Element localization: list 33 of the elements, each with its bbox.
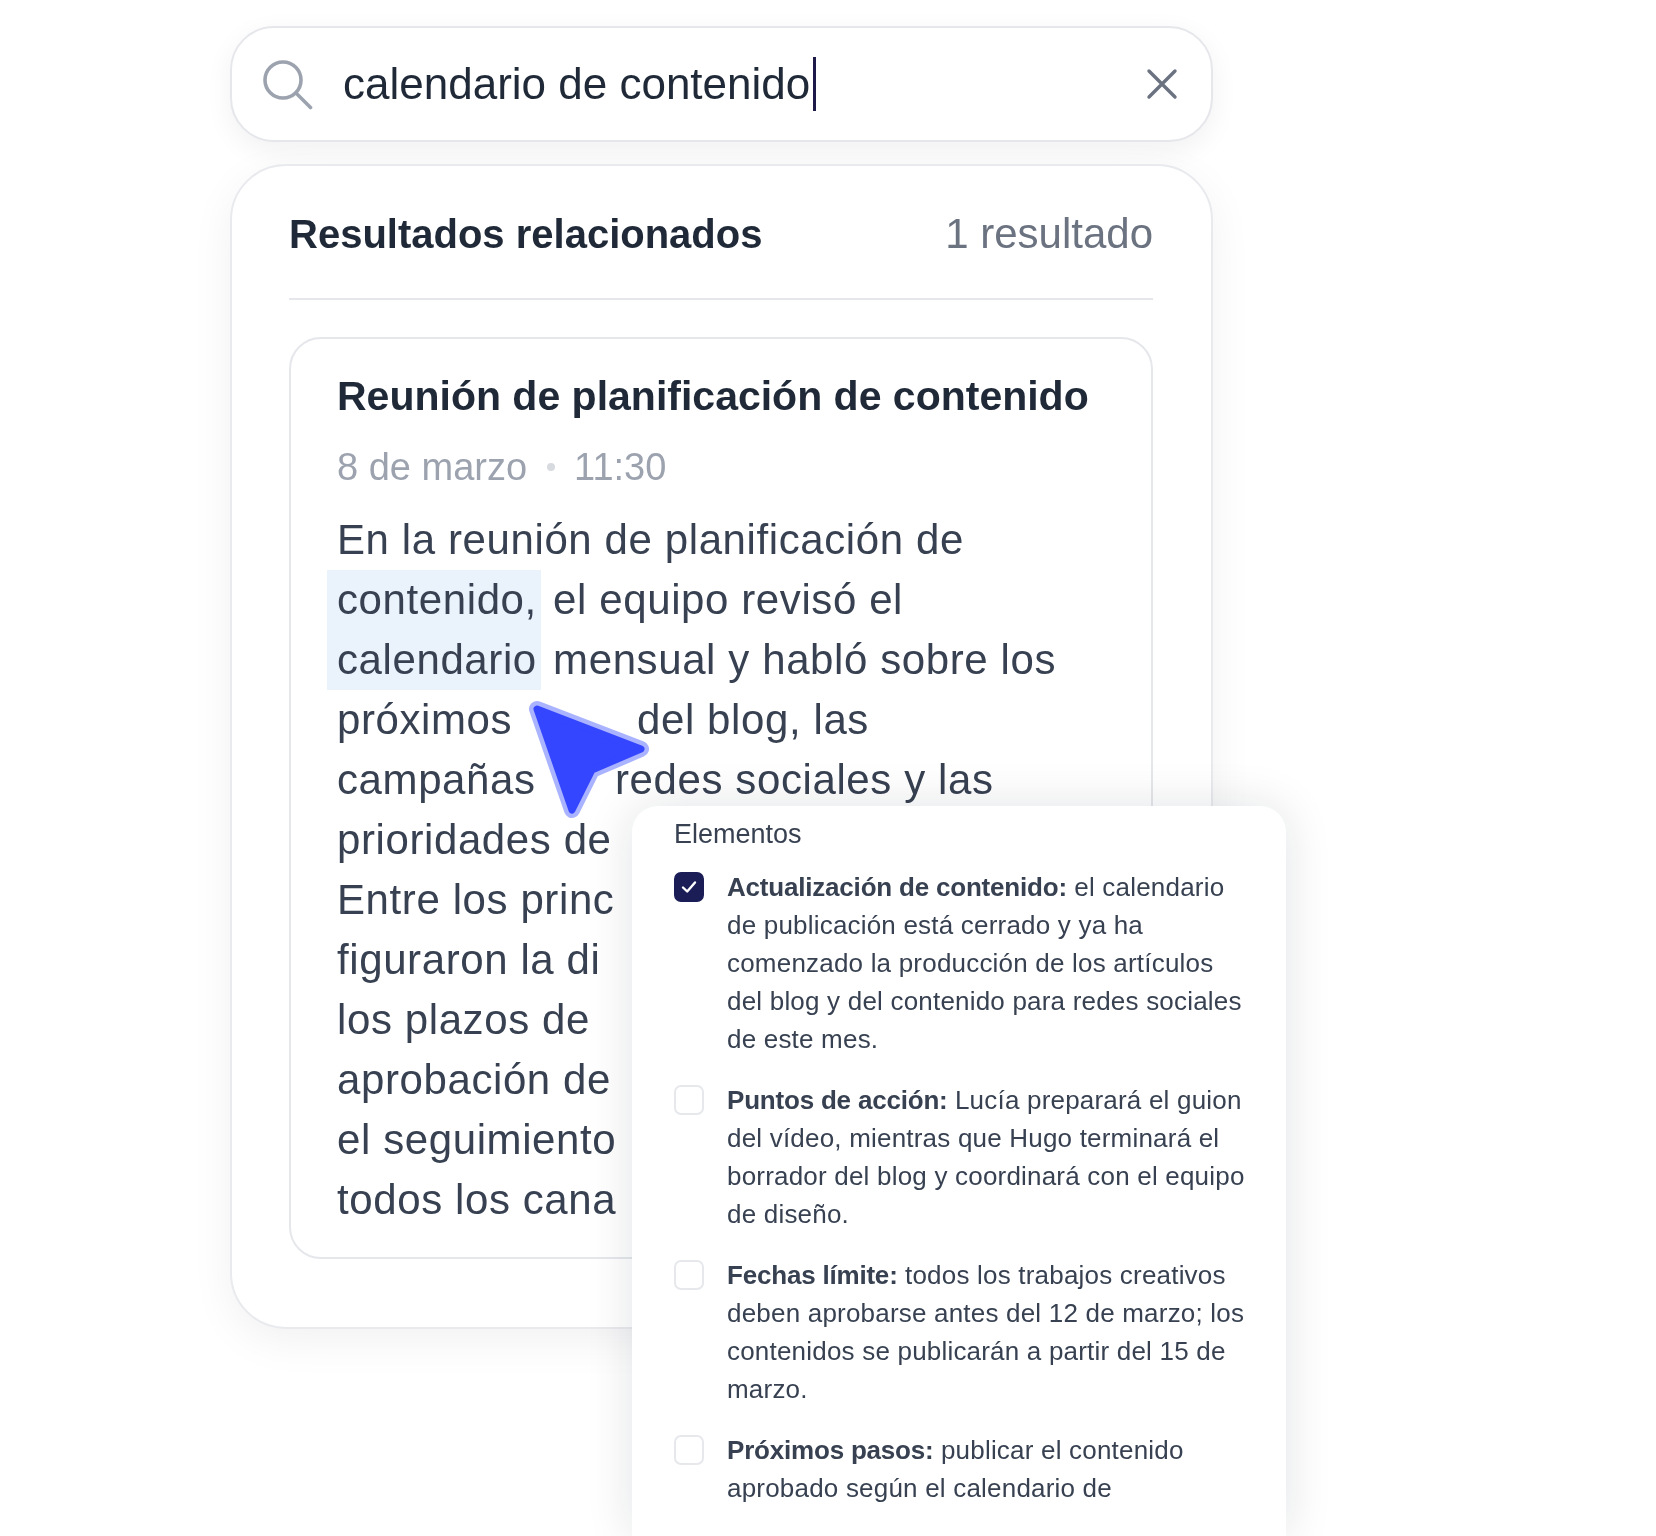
body-text: prioridades de bbox=[337, 816, 612, 864]
body-text: los plazos de bbox=[337, 996, 590, 1044]
close-icon bbox=[1146, 68, 1178, 100]
body-text: redes sociales y las bbox=[615, 756, 994, 804]
body-text: figuraron la di bbox=[337, 936, 601, 984]
popover-title: Elementos bbox=[674, 818, 803, 850]
body-text: Entre los princ bbox=[337, 876, 615, 924]
item-text: Próximos pasos: publicar el contenido aprobado según el calendario de bbox=[727, 1434, 1185, 1505]
highlighted-text: contenido, bbox=[327, 570, 541, 630]
body-text: el equipo revisó el bbox=[553, 576, 904, 624]
body-text: próximos bbox=[337, 696, 513, 744]
body-text: En la reunión de planificación de bbox=[337, 516, 964, 564]
body-text: el seguimiento bbox=[337, 1116, 617, 1164]
body-text: campañas bbox=[337, 756, 536, 804]
search-field[interactable]: calendario de contenido bbox=[230, 26, 1213, 142]
body-text: del blog, las bbox=[637, 696, 869, 744]
body-text: aprobación de bbox=[337, 1056, 611, 1104]
separator-dot-icon bbox=[547, 463, 556, 471]
checkmark-icon bbox=[681, 879, 697, 895]
result-title: Reunión de planificación de contenido bbox=[337, 372, 1090, 421]
item-text: Puntos de acción: Lucía preparará el guion del vídeo, mientras que Hugo terminará el borrador del blog y coordinará con el equipo de diseño. bbox=[727, 1084, 1246, 1231]
clear-button[interactable] bbox=[1146, 68, 1178, 100]
body-text: mensual y habló sobre los bbox=[553, 636, 1057, 684]
highlighted-text: calendario bbox=[327, 630, 541, 690]
checkbox[interactable] bbox=[674, 872, 704, 902]
result-count: 1 resultado bbox=[945, 209, 1153, 259]
results-heading: Resultados relacionados bbox=[289, 211, 763, 258]
body-text: todos los cana bbox=[337, 1176, 617, 1224]
result-date: 8 de marzo bbox=[337, 445, 528, 490]
item-text: Fechas límite: todos los trabajos creativos deben aprobarse antes del 12 de marzo; los contenidos se publicarán a partir del 15 de marzo. bbox=[727, 1259, 1246, 1406]
search-icon bbox=[262, 58, 313, 110]
item-text: Actualización de contenido: el calendario de publicación está cerrado y ya ha comenzado la producción de los artículos del blog y del contenido para redes sociales de este mes. bbox=[727, 871, 1243, 1056]
result-time: 11:30 bbox=[574, 445, 667, 490]
